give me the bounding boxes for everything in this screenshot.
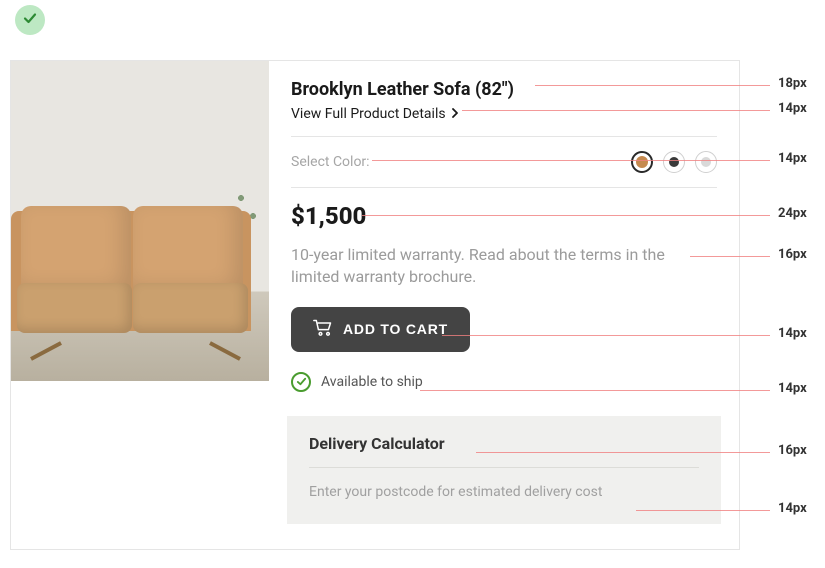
color-swatch-tan[interactable] — [631, 151, 653, 173]
product-title: Brooklyn Leather Sofa (82") — [291, 79, 717, 100]
color-swatch-light-grey[interactable] — [695, 151, 717, 173]
annotation-line — [372, 160, 770, 161]
price: $1,500 — [291, 202, 717, 230]
add-to-cart-label: ADD TO CART — [343, 321, 448, 337]
add-to-cart-button[interactable]: ADD TO CART — [291, 307, 470, 352]
annotation-label: 16px — [778, 247, 807, 262]
color-swatches — [631, 151, 717, 173]
annotation-line — [462, 110, 770, 111]
divider — [291, 187, 717, 188]
delivery-hint: Enter your postcode for estimated delive… — [309, 484, 699, 500]
product-card: Brooklyn Leather Sofa (82") View Full Pr… — [10, 60, 740, 550]
cart-icon — [313, 319, 333, 340]
color-selector-row: Select Color: — [291, 151, 717, 173]
check-circle-icon — [291, 372, 311, 392]
annotation-label: 14px — [778, 101, 807, 116]
annotation-label: 16px — [778, 443, 807, 458]
check-icon — [22, 10, 38, 30]
annotation-label: 24px — [778, 206, 807, 221]
chevron-right-icon — [450, 106, 460, 122]
annotation-line — [535, 85, 770, 86]
color-label: Select Color: — [291, 154, 370, 170]
divider — [291, 136, 717, 137]
annotation-line — [636, 510, 770, 511]
color-swatch-charcoal[interactable] — [663, 151, 685, 173]
delivery-title: Delivery Calculator — [309, 434, 699, 453]
availability-text: Available to ship — [321, 374, 423, 390]
success-badge — [15, 5, 45, 35]
view-details-label: View Full Product Details — [291, 106, 446, 122]
annotation-line — [690, 256, 770, 257]
annotation-label: 18px — [778, 76, 807, 91]
product-image — [11, 61, 269, 381]
delivery-calculator: Delivery Calculator Enter your postcode … — [287, 416, 721, 524]
annotation-line — [442, 335, 770, 336]
view-details-link[interactable]: View Full Product Details — [291, 106, 717, 122]
annotation-label: 14px — [778, 326, 807, 341]
availability-row: Available to ship — [291, 372, 717, 392]
annotation-label: 14px — [778, 501, 807, 516]
annotation-line — [476, 452, 770, 453]
warranty-text: 10-year limited warranty. Read about the… — [291, 244, 717, 289]
annotation-line — [420, 390, 770, 391]
annotation-line — [362, 215, 770, 216]
annotation-label: 14px — [778, 151, 807, 166]
divider — [309, 467, 699, 468]
annotation-label: 14px — [778, 381, 807, 396]
